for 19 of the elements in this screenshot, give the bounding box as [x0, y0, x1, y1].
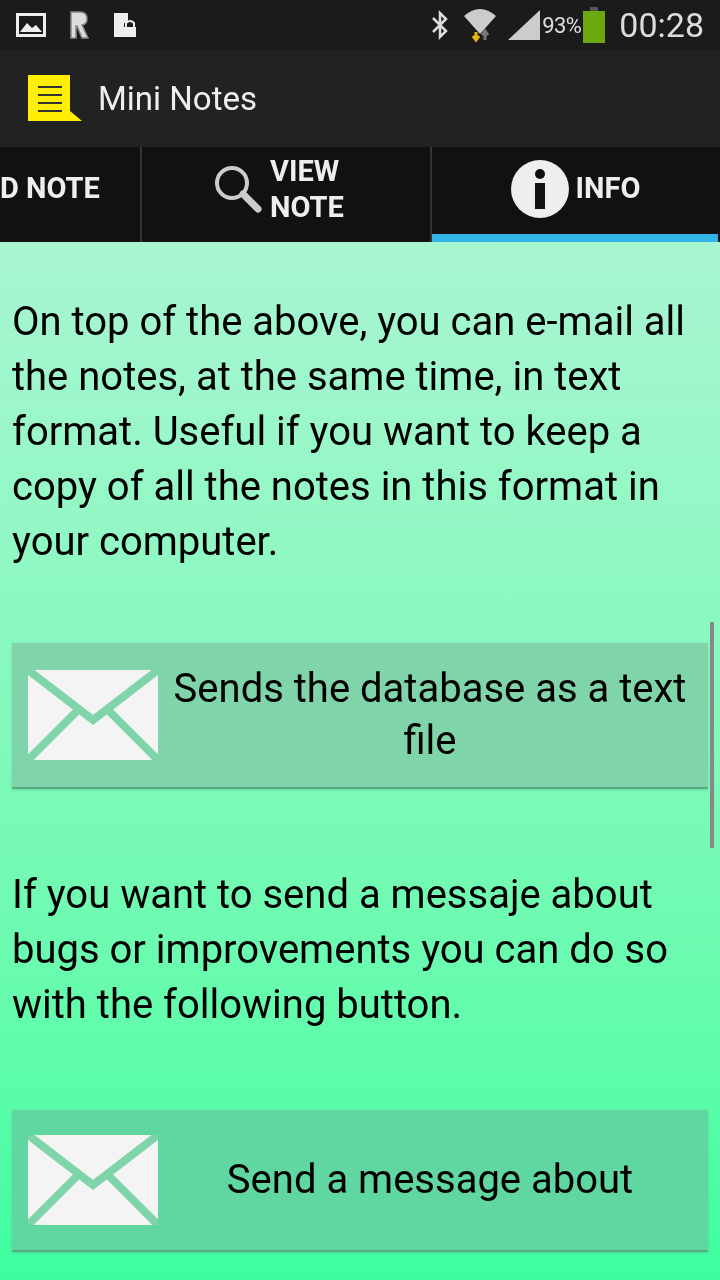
battery-percent: 93% — [542, 11, 582, 40]
letter-r-icon — [68, 10, 90, 40]
wifi-icon — [462, 6, 499, 44]
battery-icon — [583, 7, 606, 43]
envelope-icon — [28, 670, 158, 760]
app-title: Mini Notes — [98, 77, 257, 120]
info-paragraph: On top of the above, you can e-mail all the notes, at the same time, in text format. Useful if you want to keep a copy of all the notes in this format in your computer. — [12, 297, 686, 567]
tab[interactable]: D NOTE — [0, 147, 100, 242]
send-button[interactable]: Send a message about — [12, 1110, 708, 1252]
envelope-icon — [28, 1135, 158, 1225]
sd-card-lock-icon — [112, 11, 138, 39]
send-button[interactable]: Sends the database as a text file — [12, 643, 708, 789]
info-paragraph: If you want to send a messaje about bugs or improvements you can do so with the following button. — [12, 870, 669, 1030]
signal-icon — [508, 10, 541, 40]
tab[interactable]: VIEW NOTE — [212, 147, 360, 242]
sticky-note-icon — [28, 74, 84, 123]
clock-time: 00:28 — [619, 3, 704, 47]
info-icon — [509, 158, 570, 219]
image-icon — [16, 13, 46, 37]
